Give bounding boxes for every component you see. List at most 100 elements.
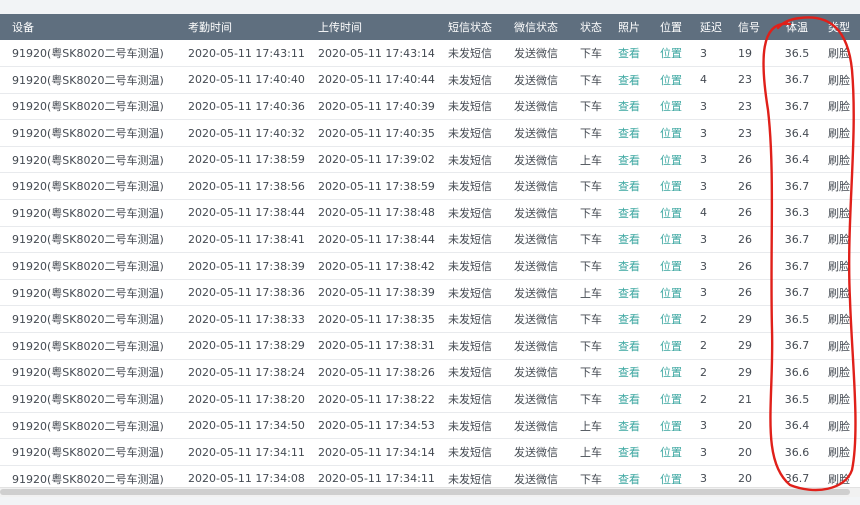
column-header-delay[interactable]: 延迟 — [700, 14, 738, 40]
column-header-sms-status[interactable]: 短信状态 — [448, 14, 514, 40]
cell-signal: 26 — [738, 172, 776, 201]
cell-wechat-status: 发送微信 — [514, 119, 580, 147]
view-photo-link[interactable]: 查看 — [618, 279, 660, 307]
column-header-attendance-time[interactable]: 考勤时间 — [188, 14, 318, 40]
column-header-location[interactable]: 位置 — [660, 14, 700, 40]
cell-delay: 3 — [700, 93, 738, 121]
location-link[interactable]: 位置 — [660, 146, 700, 174]
cell-delay: 3 — [700, 412, 738, 440]
cell-device: 91920(粤SK8020二号车测温) — [0, 119, 188, 147]
view-photo-link[interactable]: 查看 — [618, 465, 660, 487]
view-photo-link[interactable]: 查看 — [618, 385, 660, 413]
cell-signal: 26 — [738, 199, 776, 227]
cell-status: 下车 — [580, 119, 618, 147]
cell-delay: 3 — [700, 172, 738, 201]
cell-device: 91920(粤SK8020二号车测温) — [0, 252, 188, 280]
view-photo-link[interactable]: 查看 — [618, 226, 660, 254]
cell-wechat-status: 发送微信 — [514, 438, 580, 466]
cell-temperature: 36.4 — [776, 146, 818, 174]
cell-delay: 2 — [700, 385, 738, 413]
column-header-signal[interactable]: 信号 — [738, 14, 776, 40]
view-photo-link[interactable]: 查看 — [618, 40, 660, 68]
cell-upload-time: 2020-05-11 17:40:35 — [318, 119, 448, 147]
horizontal-scrollbar[interactable] — [0, 487, 860, 497]
view-photo-link[interactable]: 查看 — [618, 172, 660, 201]
location-link[interactable]: 位置 — [660, 279, 700, 307]
cell-upload-time: 2020-05-11 17:38:39 — [318, 279, 448, 307]
column-header-temperature[interactable]: 体温 — [776, 14, 818, 40]
location-link[interactable]: 位置 — [660, 385, 700, 413]
column-header-status[interactable]: 状态 — [580, 14, 618, 40]
cell-temperature: 36.7 — [776, 226, 818, 254]
cell-status: 下车 — [580, 332, 618, 360]
cell-attendance-time: 2020-05-11 17:34:08 — [188, 465, 318, 487]
cell-temperature: 36.7 — [776, 465, 818, 487]
cell-signal: 26 — [738, 226, 776, 254]
scrollbar-thumb[interactable] — [0, 489, 850, 495]
location-link[interactable]: 位置 — [660, 119, 700, 147]
location-link[interactable]: 位置 — [660, 199, 700, 227]
view-photo-link[interactable]: 查看 — [618, 332, 660, 360]
cell-signal: 26 — [738, 252, 776, 280]
view-photo-link[interactable]: 查看 — [618, 66, 660, 94]
view-photo-link[interactable]: 查看 — [618, 119, 660, 147]
location-link[interactable]: 位置 — [660, 332, 700, 360]
cell-wechat-status: 发送微信 — [514, 252, 580, 280]
cell-type: 刷脸 — [818, 332, 860, 360]
location-link[interactable]: 位置 — [660, 40, 700, 68]
column-header-upload-time[interactable]: 上传时间 — [318, 14, 448, 40]
cell-temperature: 36.7 — [776, 279, 818, 307]
cell-temperature: 36.4 — [776, 412, 818, 440]
cell-status: 下车 — [580, 226, 618, 254]
view-photo-link[interactable]: 查看 — [618, 412, 660, 440]
cell-signal: 29 — [738, 359, 776, 387]
column-header-device[interactable]: 设备 — [0, 14, 188, 40]
cell-signal: 26 — [738, 146, 776, 174]
location-link[interactable]: 位置 — [660, 359, 700, 387]
column-header-type[interactable]: 类型 — [818, 14, 860, 40]
view-photo-link[interactable]: 查看 — [618, 146, 660, 174]
cell-delay: 3 — [700, 438, 738, 466]
location-link[interactable]: 位置 — [660, 412, 700, 440]
cell-sms-status: 未发短信 — [448, 279, 514, 307]
cell-wechat-status: 发送微信 — [514, 93, 580, 121]
cell-sms-status: 未发短信 — [448, 226, 514, 254]
view-photo-link[interactable]: 查看 — [618, 199, 660, 227]
cell-sms-status: 未发短信 — [448, 93, 514, 121]
cell-status: 上车 — [580, 279, 618, 307]
cell-temperature: 36.4 — [776, 119, 818, 147]
cell-device: 91920(粤SK8020二号车测温) — [0, 66, 188, 94]
cell-signal: 20 — [738, 438, 776, 466]
table-row: 91920(粤SK8020二号车测温) 2020-05-11 17:38:56 20… — [0, 172, 860, 201]
column-header-wechat-status[interactable]: 微信状态 — [514, 14, 580, 40]
cell-status: 下车 — [580, 385, 618, 413]
location-link[interactable]: 位置 — [660, 226, 700, 254]
cell-signal: 20 — [738, 465, 776, 487]
cell-upload-time: 2020-05-11 17:43:14 — [318, 40, 448, 68]
cell-sms-status: 未发短信 — [448, 172, 514, 201]
column-header-photo[interactable]: 照片 — [618, 14, 660, 40]
view-photo-link[interactable]: 查看 — [618, 93, 660, 121]
cell-sms-status: 未发短信 — [448, 385, 514, 413]
view-photo-link[interactable]: 查看 — [618, 438, 660, 466]
view-photo-link[interactable]: 查看 — [618, 359, 660, 387]
location-link[interactable]: 位置 — [660, 93, 700, 121]
location-link[interactable]: 位置 — [660, 172, 700, 201]
table-row: 91920(粤SK8020二号车测温) 2020-05-11 17:38:39 20… — [0, 252, 860, 280]
view-photo-link[interactable]: 查看 — [618, 252, 660, 280]
table-row: 91920(粤SK8020二号车测温) 2020-05-11 17:38:44 20… — [0, 199, 860, 227]
cell-sms-status: 未发短信 — [448, 332, 514, 360]
view-photo-link[interactable]: 查看 — [618, 305, 660, 334]
location-link[interactable]: 位置 — [660, 252, 700, 280]
cell-attendance-time: 2020-05-11 17:38:39 — [188, 252, 318, 280]
location-link[interactable]: 位置 — [660, 465, 700, 487]
cell-device: 91920(粤SK8020二号车测温) — [0, 226, 188, 254]
cell-delay: 2 — [700, 305, 738, 334]
cell-attendance-time: 2020-05-11 17:38:44 — [188, 199, 318, 227]
location-link[interactable]: 位置 — [660, 305, 700, 334]
location-link[interactable]: 位置 — [660, 438, 700, 466]
location-link[interactable]: 位置 — [660, 66, 700, 94]
cell-upload-time: 2020-05-11 17:34:14 — [318, 438, 448, 466]
cell-temperature: 36.7 — [776, 172, 818, 201]
cell-type: 刷脸 — [818, 252, 860, 280]
